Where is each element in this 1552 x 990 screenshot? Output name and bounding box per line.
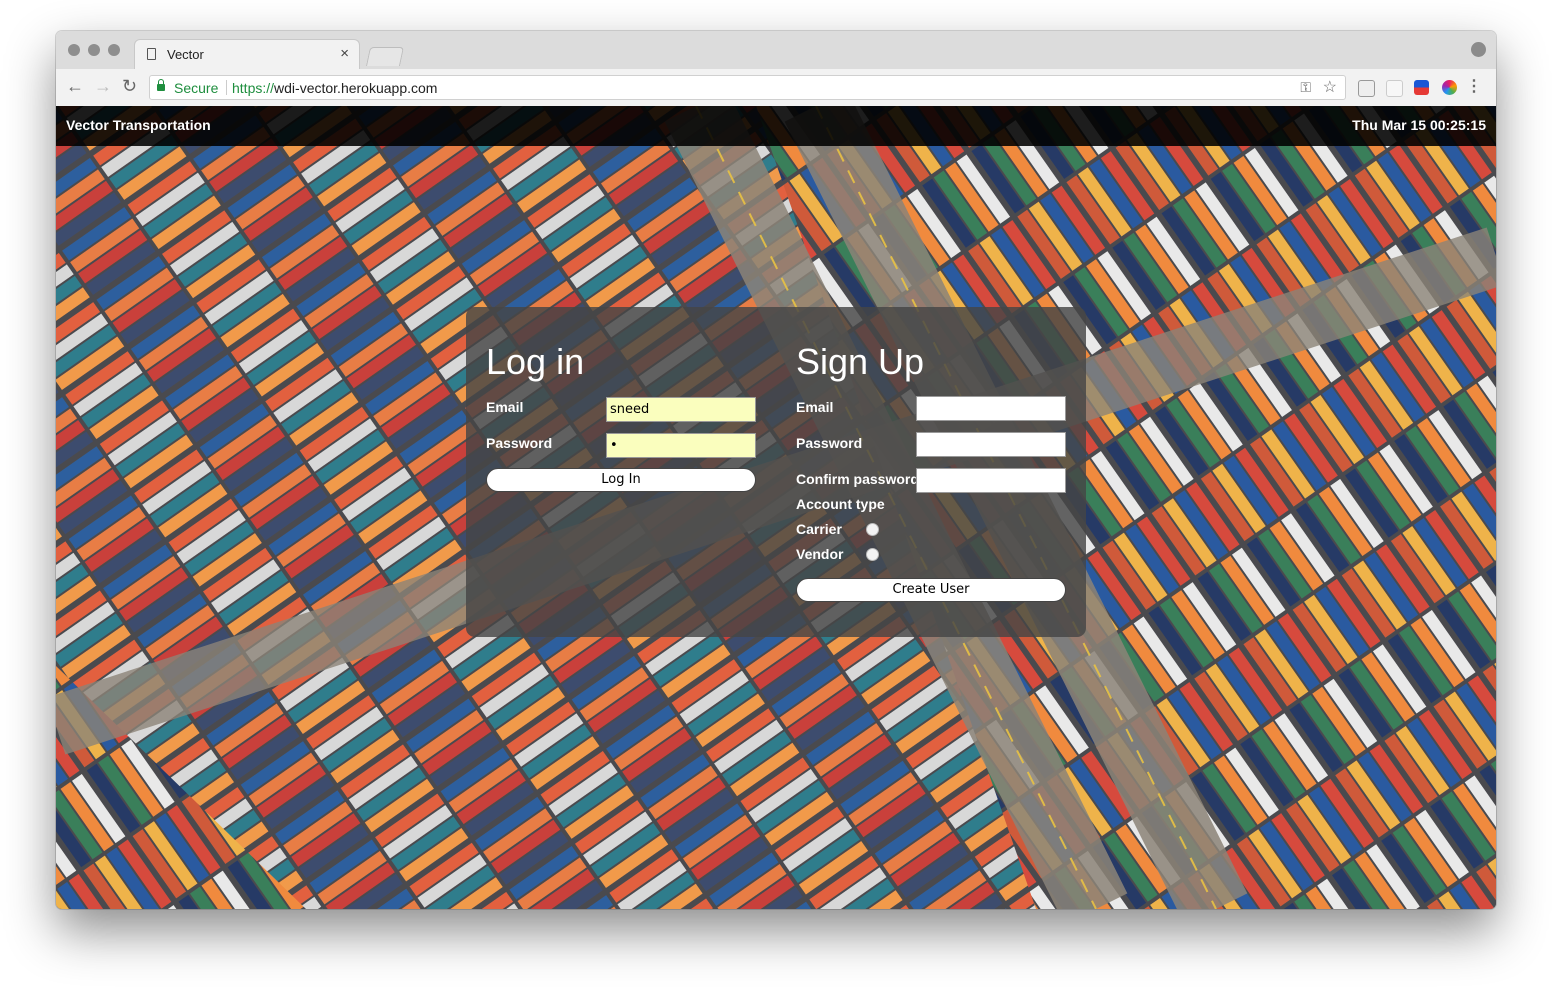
bookmark-star-icon[interactable]: ☆: [1323, 77, 1337, 97]
new-tab-button[interactable]: [365, 47, 405, 66]
tab-strip: Vector ×: [56, 31, 1496, 69]
page-icon: [147, 48, 156, 60]
signup-email-label: Email: [796, 399, 834, 415]
url-host: wdi-vector.herokuapp.com: [274, 80, 438, 96]
signup-password-label: Password: [796, 435, 863, 451]
page-viewport: Vector Transportation Thu Mar 15 00:25:1…: [56, 106, 1496, 909]
profile-icon[interactable]: [1471, 42, 1486, 57]
auth-panel: Log in Email Password Log In Sign Up Ema…: [466, 307, 1086, 637]
extension-grid-icon[interactable]: [1386, 80, 1403, 97]
extension-ruler-icon[interactable]: [1414, 80, 1429, 95]
browser-toolbar: ← → ↻ Secure https://wdi-vector.herokuap…: [56, 69, 1496, 107]
url-scheme: https://: [232, 80, 275, 96]
forward-icon[interactable]: →: [94, 77, 112, 95]
browser-tab-vector[interactable]: Vector ×: [134, 39, 360, 69]
create-user-button[interactable]: Create User: [796, 578, 1066, 602]
key-icon[interactable]: ⚿: [1300, 79, 1311, 96]
login-email-label: Email: [486, 399, 524, 415]
url-text[interactable]: https://wdi-vector.herokuapp.com: [232, 80, 437, 96]
address-bar[interactable]: Secure https://wdi-vector.herokuapp.com …: [149, 75, 1346, 100]
signup-email-input[interactable]: [916, 396, 1066, 421]
tab-title: Vector: [167, 47, 204, 62]
tab-close-icon[interactable]: ×: [340, 45, 349, 62]
extension-color-icon[interactable]: [1442, 80, 1457, 95]
login-heading: Log in: [486, 341, 585, 382]
maximize-window-icon[interactable]: [108, 44, 120, 56]
current-datetime: Thu Mar 15 00:25:15: [1352, 117, 1486, 133]
minimize-window-icon[interactable]: [88, 44, 100, 56]
account-type-label: Account type: [796, 496, 885, 512]
signup-heading: Sign Up: [796, 341, 925, 382]
lock-icon: [157, 79, 165, 91]
vendor-label: Vendor: [796, 546, 844, 562]
back-icon[interactable]: ←: [66, 77, 84, 95]
login-button[interactable]: Log In: [486, 468, 756, 492]
signup-confirm-password-label: Confirm password: [796, 471, 919, 487]
login-email-input[interactable]: [606, 397, 756, 422]
brand-title[interactable]: Vector Transportation: [66, 117, 211, 133]
login-password-label: Password: [486, 435, 553, 451]
browser-window: Vector × ← → ↻ Secure https://wdi-vector…: [56, 31, 1496, 909]
browser-menu-icon[interactable]: ⋮: [1466, 76, 1482, 96]
carrier-label: Carrier: [796, 521, 842, 537]
close-window-icon[interactable]: [68, 44, 80, 56]
omnibox-divider: [226, 80, 227, 95]
secure-label: Secure: [174, 80, 219, 96]
top-navbar: Vector Transportation Thu Mar 15 00:25:1…: [56, 106, 1496, 146]
login-password-input[interactable]: [606, 433, 756, 458]
signup-password-input[interactable]: [916, 432, 1066, 457]
carrier-radio[interactable]: [866, 523, 879, 536]
reload-icon[interactable]: ↻: [122, 77, 137, 95]
extension-json-icon[interactable]: [1358, 80, 1375, 97]
signup-confirm-password-input[interactable]: [916, 468, 1066, 493]
vendor-radio[interactable]: [866, 548, 879, 561]
